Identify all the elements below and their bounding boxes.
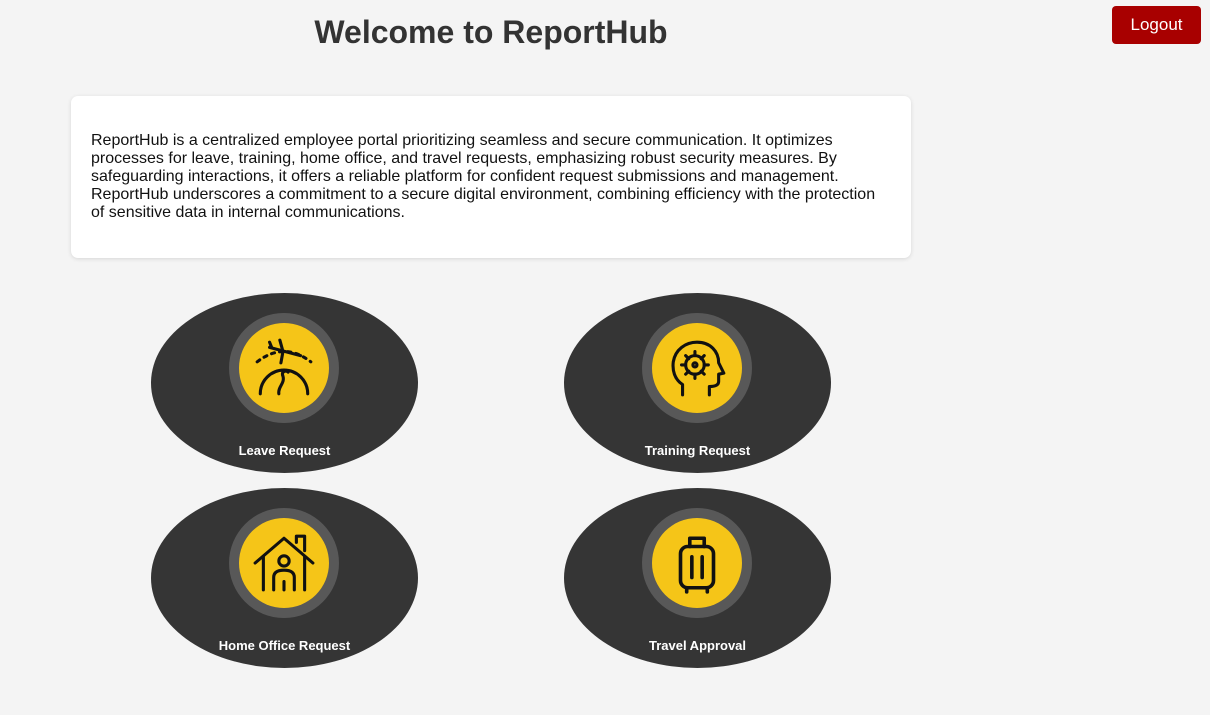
tile-label: Travel Approval [648,638,747,653]
travel-approval-tile[interactable]: Travel Approval [564,488,831,668]
icon-ring [229,508,339,618]
icon-ring [642,313,752,423]
home-office-request-tile[interactable]: Home Office Request [151,488,418,668]
tile-label: Training Request [644,443,751,458]
tile-label: Home Office Request [218,638,351,653]
logout-button[interactable]: Logout [1112,6,1201,44]
page-title: Welcome to ReportHub [314,14,668,50]
icon-ring [642,508,752,618]
icon-ring [229,313,339,423]
head-gear-icon [652,323,742,413]
intro-text: ReportHub is a centralized employee port… [91,132,876,221]
globe-airplane-icon [239,323,329,413]
leave-request-tile[interactable]: Leave Request [151,293,418,473]
training-request-tile[interactable]: Training Request [564,293,831,473]
intro-card: ReportHub is a centralized employee port… [71,96,911,258]
tile-label: Leave Request [238,443,331,458]
house-person-icon [239,518,329,608]
suitcase-icon [652,518,742,608]
